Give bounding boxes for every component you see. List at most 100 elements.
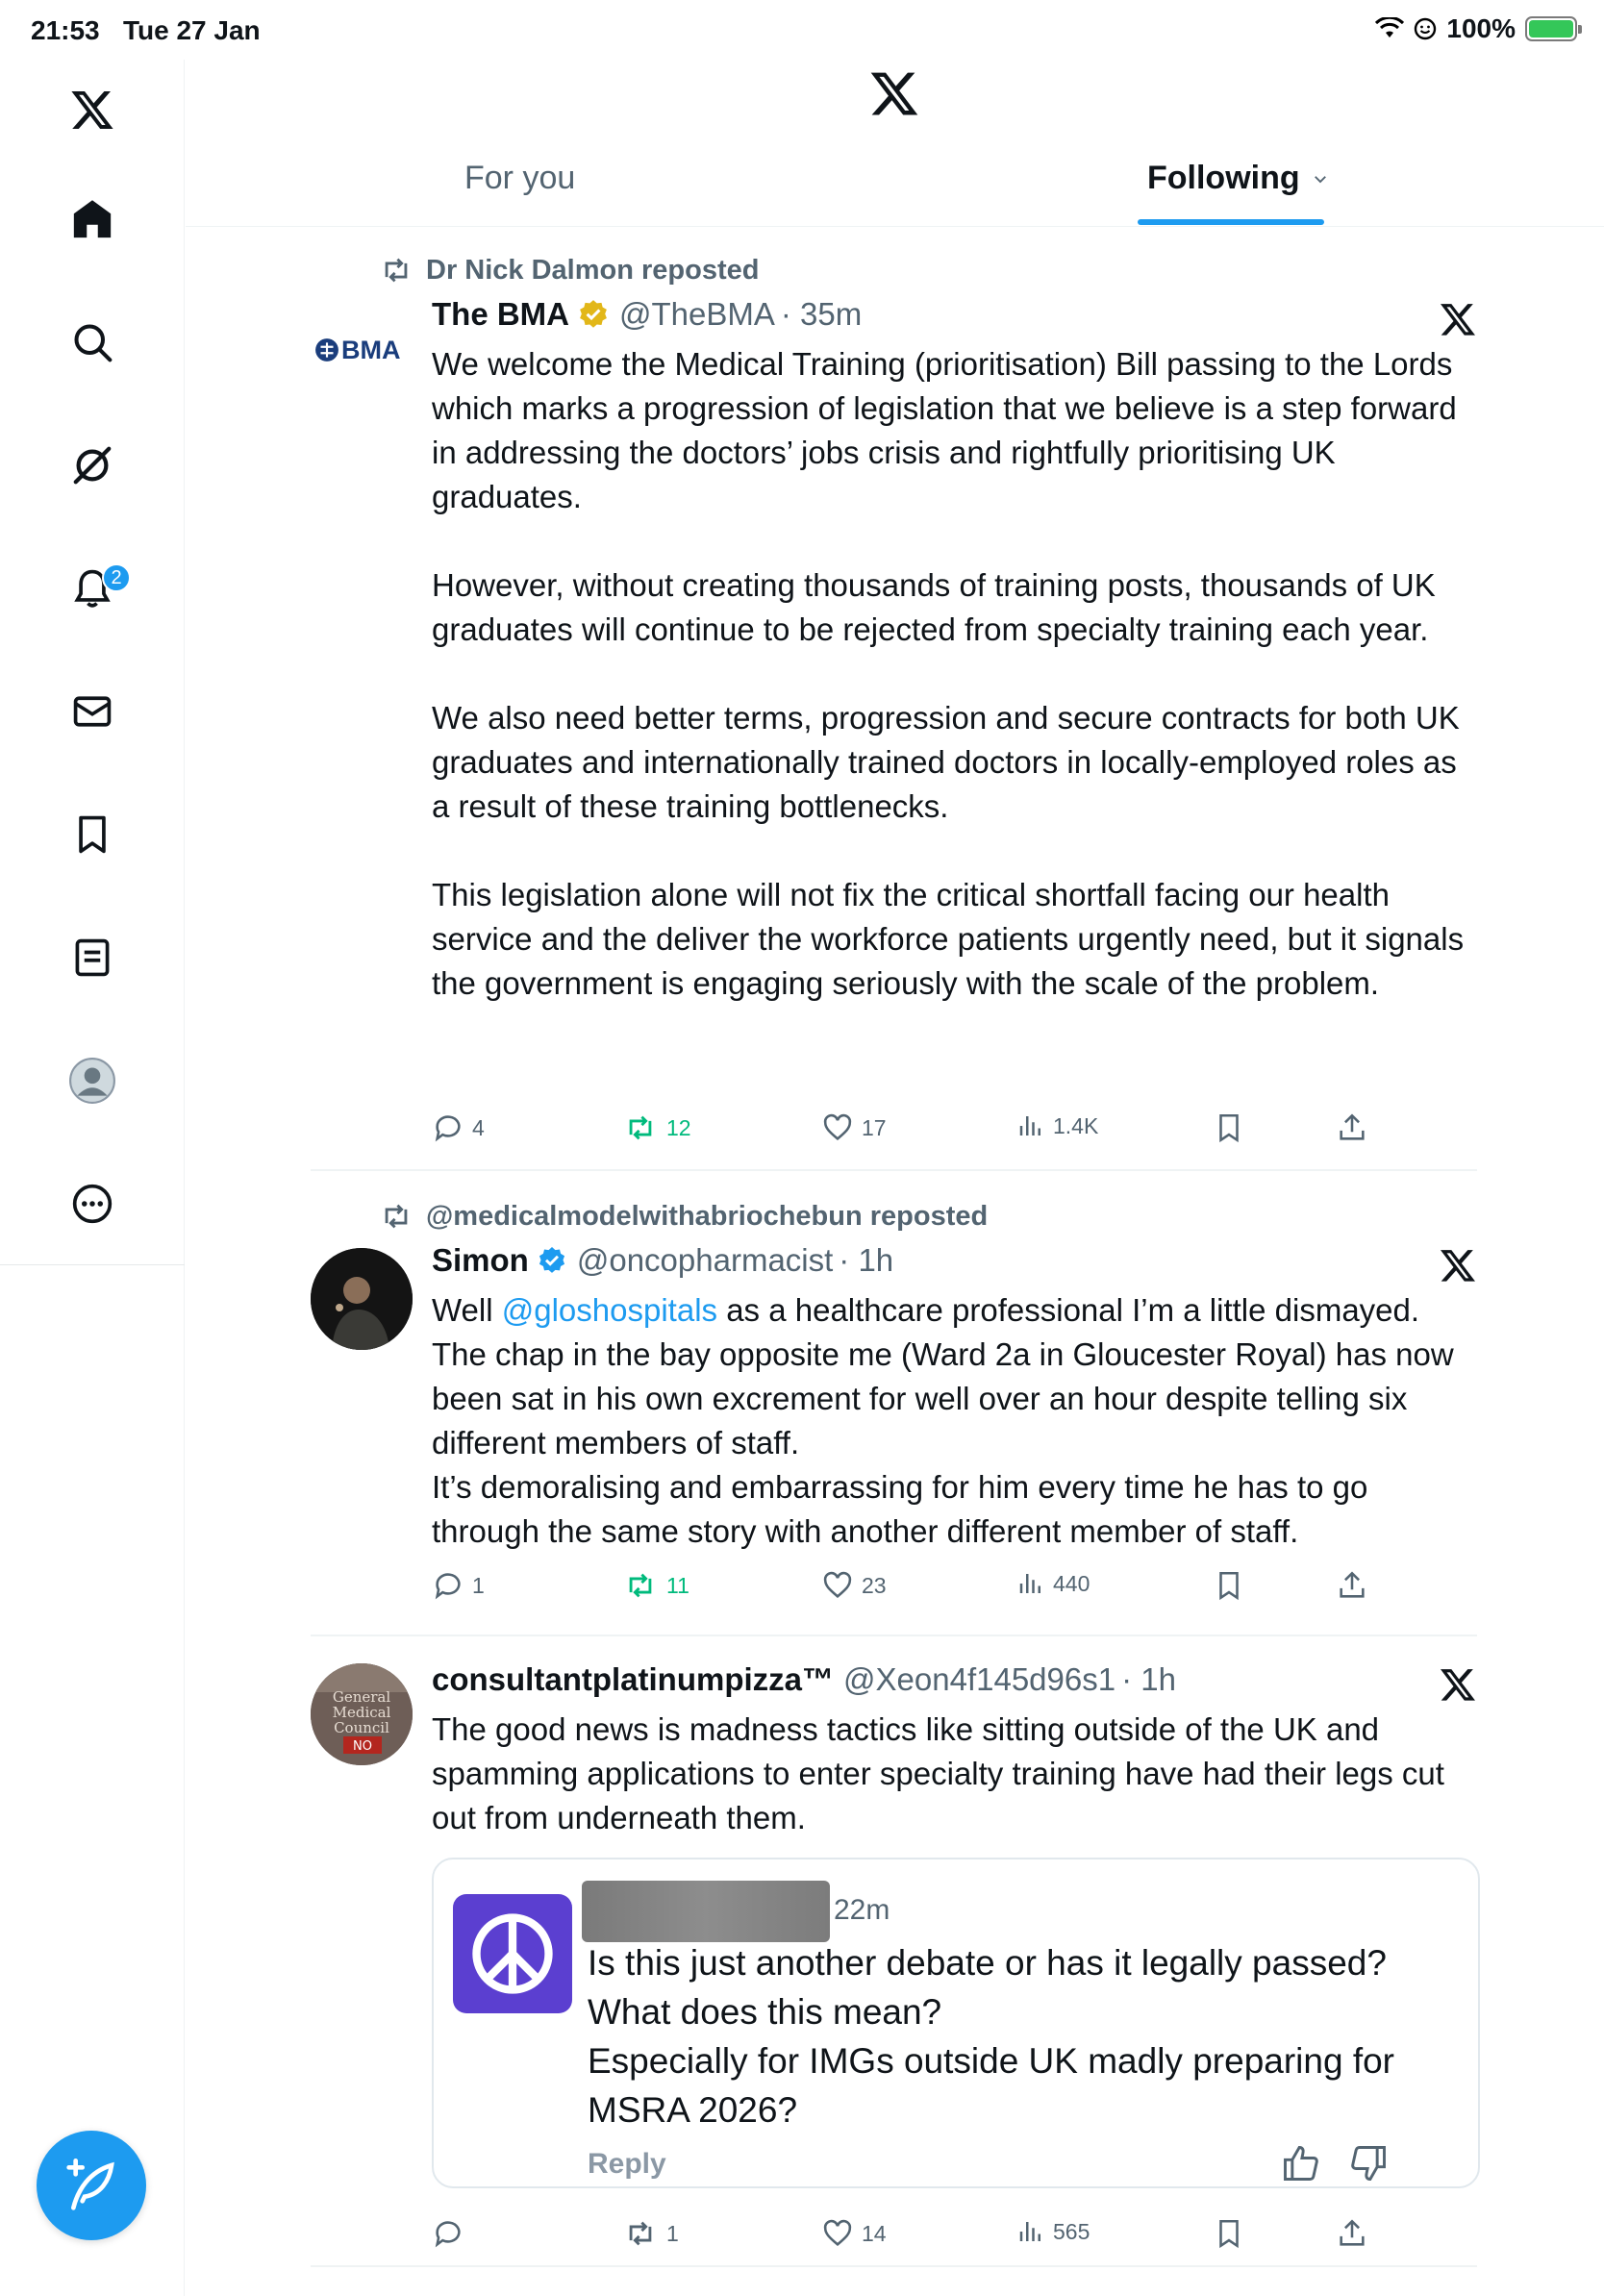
- peace-sign-icon: [472, 1913, 553, 1994]
- bookmark-button[interactable]: [1213, 2217, 1245, 2250]
- repost-icon: [385, 258, 408, 283]
- repost-count: 11: [666, 1572, 689, 1598]
- status-time: 21:53: [31, 15, 100, 45]
- status-bar: 21:53 Tue 27 Jan 100%: [0, 0, 1604, 60]
- like-button[interactable]: 23: [821, 1569, 887, 1602]
- views-button[interactable]: 565: [1016, 2217, 1090, 2246]
- repost-icon: [385, 1204, 408, 1229]
- repost-count: 12: [666, 1114, 691, 1140]
- quote-text: Is this just another debate or has it le…: [588, 1943, 1395, 2130]
- list-icon[interactable]: [54, 919, 131, 996]
- tab-following-label: Following: [1147, 160, 1300, 196]
- grok-icon[interactable]: [1439, 300, 1477, 338]
- author-name[interactable]: consultantplatinumpizza™: [432, 1661, 834, 1698]
- author-handle[interactable]: @oncopharmacist: [577, 1242, 833, 1279]
- reposted-by: Dr Nick Dalmon reposted: [426, 254, 760, 286]
- share-button[interactable]: [1336, 1569, 1368, 1602]
- bookmark-icon: [1219, 1113, 1239, 1143]
- repost-indicator: @medicalmodelwithabriochebun reposted: [380, 1200, 988, 1233]
- grok-icon[interactable]: [54, 427, 131, 504]
- tweet[interactable]: General Medical Council NO consultantplatin…: [311, 1636, 1480, 2265]
- notification-badge: 2: [102, 563, 131, 592]
- reposted-by: @medicalmodelwithabriochebun reposted: [426, 1200, 989, 1232]
- tweet-actions: 4 12 17 1.4K: [432, 1111, 1480, 1160]
- repost-icon: [629, 1115, 652, 1140]
- quote-time: 22m: [834, 1894, 890, 1926]
- views-button[interactable]: 440: [1016, 1569, 1090, 1598]
- like-button[interactable]: 17: [821, 1111, 887, 1144]
- grok-icon[interactable]: [1439, 1665, 1477, 1704]
- quote-reply-button[interactable]: Reply: [588, 2148, 666, 2181]
- author-name[interactable]: Simon: [432, 1242, 529, 1279]
- reply-button[interactable]: 4: [432, 1111, 485, 1144]
- bookmark-icon[interactable]: [54, 796, 131, 873]
- avatar[interactable]: BMA: [314, 321, 420, 379]
- author-row: Simon @oncopharmacist · 1h: [432, 1242, 893, 1279]
- x-logo-icon[interactable]: [54, 71, 131, 148]
- reply-button[interactable]: [432, 2217, 472, 2250]
- tweet-text: The good news is madness tactics like si…: [432, 1711, 1444, 1835]
- grok-icon[interactable]: [1439, 1246, 1477, 1285]
- svg-text:NO: NO: [353, 1739, 372, 1754]
- repost-icon: [629, 1573, 652, 1598]
- author-handle[interactable]: @Xeon4f145d96s1: [843, 1661, 1115, 1698]
- focus-icon: [1415, 17, 1437, 40]
- tab-for-you[interactable]: For you: [464, 160, 575, 197]
- reply-count: 1: [472, 1572, 485, 1598]
- wifi-icon: [1375, 17, 1405, 37]
- more-icon[interactable]: [54, 1165, 131, 1242]
- heart-icon: [823, 1113, 852, 1140]
- quote-avatar: [453, 1894, 572, 2013]
- share-button[interactable]: [1336, 2217, 1368, 2250]
- share-icon: [1340, 2219, 1365, 2246]
- views-icon: [1019, 2222, 1040, 2241]
- quoted-post[interactable]: 22m Is this just another debate or has i…: [432, 1858, 1480, 2188]
- view-count: 440: [1053, 1570, 1090, 1596]
- sidebar: 2: [0, 60, 185, 2296]
- tab-following[interactable]: Following: [1147, 160, 1329, 197]
- compose-button[interactable]: [37, 2131, 146, 2240]
- thumbs-up-icon[interactable]: [1280, 2142, 1322, 2184]
- reply-icon: [435, 1115, 461, 1142]
- tweet-time[interactable]: · 35m: [781, 296, 862, 333]
- author-name[interactable]: The BMA: [432, 296, 569, 333]
- views-icon: [1019, 1574, 1040, 1593]
- battery-icon: [1525, 16, 1582, 41]
- bookmark-button[interactable]: [1213, 1569, 1245, 1602]
- bma-logo-icon: [315, 338, 338, 362]
- bell-icon[interactable]: 2: [54, 550, 131, 627]
- avatar-icon[interactable]: [54, 1042, 131, 1119]
- bookmark-button[interactable]: [1213, 1111, 1245, 1144]
- reply-button[interactable]: 1: [432, 1569, 485, 1602]
- tweet-text-post: as a healthcare professional I’m a littl…: [432, 1292, 1454, 1549]
- chevron-down-icon: [1314, 175, 1326, 183]
- repost-button[interactable]: 1: [622, 2217, 679, 2250]
- envelope-icon[interactable]: [54, 673, 131, 750]
- avatar[interactable]: General Medical Council NO: [311, 1663, 413, 1765]
- tweet[interactable]: Dr Nick Dalmon reposted BMA The BMA @The…: [311, 227, 1477, 1169]
- share-button[interactable]: [1336, 1111, 1368, 1144]
- views-button[interactable]: 1.4K: [1016, 1111, 1098, 1140]
- reply-count: 4: [472, 1114, 485, 1140]
- thumbs-down-icon[interactable]: [1347, 2142, 1390, 2184]
- heart-icon: [823, 2219, 852, 2246]
- author-row: The BMA @TheBMA · 35m: [432, 296, 862, 333]
- battery-percent: 100%: [1446, 13, 1516, 43]
- tweet-actions: 1 14 565: [432, 2217, 1480, 2265]
- view-count: 565: [1053, 2218, 1090, 2244]
- tweet[interactable]: @medicalmodelwithabriochebun reposted Si…: [311, 1171, 1477, 1633]
- avatar[interactable]: [311, 1248, 413, 1350]
- repost-button[interactable]: 12: [622, 1111, 691, 1144]
- like-button[interactable]: 14: [821, 2217, 887, 2250]
- home-icon[interactable]: [54, 181, 131, 258]
- search-icon[interactable]: [54, 304, 131, 381]
- tweet-divider: [311, 2265, 1477, 2267]
- tweet-time[interactable]: · 1h: [1121, 1661, 1176, 1698]
- tweet-time[interactable]: · 1h: [839, 1242, 893, 1279]
- mention-link[interactable]: @gloshospitals: [502, 1292, 717, 1328]
- repost-button[interactable]: 11: [622, 1569, 689, 1602]
- like-count: 17: [862, 1114, 887, 1140]
- like-count: 14: [862, 2220, 887, 2246]
- author-handle[interactable]: @TheBMA: [619, 296, 775, 333]
- compose-icon: [66, 2159, 114, 2210]
